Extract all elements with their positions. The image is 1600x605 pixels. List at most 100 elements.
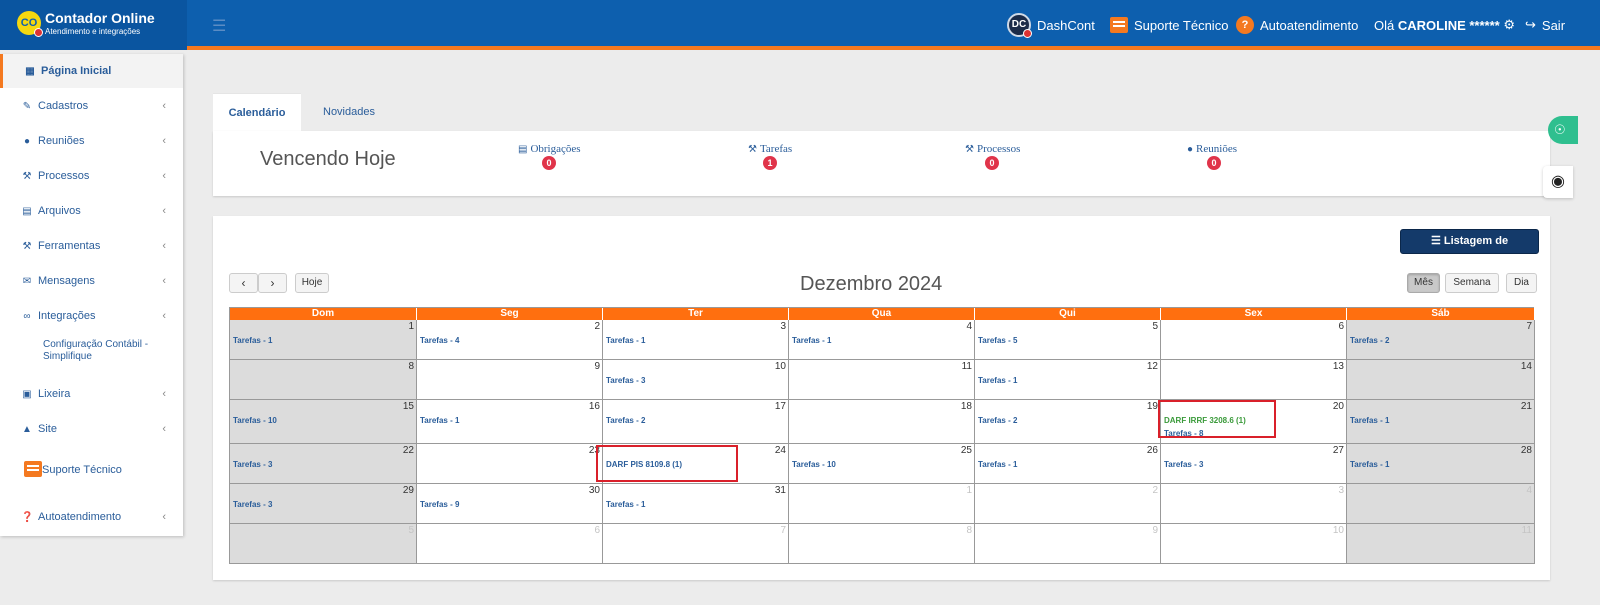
day-cell[interactable]: 6 <box>1161 320 1347 360</box>
day-cell[interactable]: 1 Tarefas - 1 <box>230 320 417 360</box>
day-number[interactable]: 10 <box>1333 525 1344 536</box>
view-month-button[interactable]: Mês <box>1407 273 1440 293</box>
calendar-event-tarefas[interactable]: Tarefas - 3 <box>606 376 645 385</box>
day-number[interactable]: 2 <box>594 321 600 332</box>
day-number[interactable]: 1 <box>408 321 414 332</box>
calendar-event-tarefas[interactable]: Tarefas - 1 <box>420 416 459 425</box>
day-number[interactable]: 30 <box>589 485 600 496</box>
day-cell[interactable]: 11 <box>1347 524 1535 564</box>
calendar-event-tarefas[interactable]: Tarefas - 2 <box>606 416 645 425</box>
nav-autoatendimento[interactable]: ? Autoatendimento <box>1236 0 1358 50</box>
calendar-event-tarefas[interactable]: Tarefas - 3 <box>233 500 272 509</box>
day-cell[interactable]: 30 Tarefas - 9 <box>417 484 603 524</box>
calendar-event-tarefas[interactable]: Tarefas - 1 <box>1350 460 1389 469</box>
day-cell[interactable]: 4 Tarefas - 1 <box>789 320 975 360</box>
view-week-button[interactable]: Semana <box>1445 273 1499 293</box>
eye-icon[interactable]: ◉ <box>1543 166 1573 198</box>
calendar-event-tarefas[interactable]: Tarefas - 4 <box>420 336 459 345</box>
day-number[interactable]: 3 <box>780 321 786 332</box>
day-cell[interactable]: 2 Tarefas - 4 <box>417 320 603 360</box>
sidebar-item-ferramentas[interactable]: ⚒ Ferramentas ‹ <box>0 229 183 263</box>
day-number[interactable]: 6 <box>594 525 600 536</box>
day-cell[interactable]: 12 Tarefas - 1 <box>975 360 1161 400</box>
day-number[interactable]: 17 <box>775 401 786 412</box>
sidebar-item-processos[interactable]: ⚒ Processos ‹ <box>0 159 183 193</box>
day-cell[interactable]: 2 <box>975 484 1161 524</box>
sidebar-item-pagina-inicial[interactable]: ▦ Página Inicial <box>0 54 183 88</box>
sidebar-item-integracoes[interactable]: ∞ Integrações ‹ <box>0 299 183 333</box>
calendar-event-tarefas[interactable]: Tarefas - 1 <box>233 336 272 345</box>
stat-reunioes[interactable]: ● Reuniões 0 <box>1187 143 1287 170</box>
day-cell[interactable]: 23 <box>417 444 603 484</box>
day-number[interactable]: 15 <box>403 401 414 412</box>
day-number[interactable]: 9 <box>594 361 600 372</box>
sidebar-subitem-configuracao-contabil[interactable]: Configuração Contábil - Simplifique <box>43 339 168 363</box>
day-number[interactable]: 7 <box>780 525 786 536</box>
day-cell[interactable]: 10 Tarefas - 3 <box>603 360 789 400</box>
stat-obrigacoes[interactable]: ▤ Obrigações 0 <box>518 143 618 170</box>
day-cell[interactable]: 28 Tarefas - 1 <box>1347 444 1535 484</box>
sidebar-item-mensagens[interactable]: ✉ Mensagens ‹ <box>0 264 183 298</box>
prev-month-button[interactable]: ‹ <box>229 273 258 293</box>
day-number[interactable]: 1 <box>966 485 972 496</box>
calendar-event-tarefas[interactable]: Tarefas - 1 <box>606 336 645 345</box>
calendar-event-tarefas[interactable]: Tarefas - 1 <box>978 376 1017 385</box>
day-cell[interactable]: 19 Tarefas - 2 <box>975 400 1161 444</box>
calendar-event-tarefas[interactable]: Tarefas - 3 <box>233 460 272 469</box>
day-number[interactable]: 20 <box>1333 401 1344 412</box>
day-cell[interactable]: 7 <box>603 524 789 564</box>
menu-toggle-icon[interactable]: ☰ <box>212 16 226 36</box>
day-cell[interactable]: 8 <box>230 360 417 400</box>
day-number[interactable]: 5 <box>1152 321 1158 332</box>
sidebar-item-suporte-tecnico[interactable]: Suporte Técnico <box>0 453 183 487</box>
day-number[interactable]: 18 <box>961 401 972 412</box>
day-cell[interactable]: 18 <box>789 400 975 444</box>
calendar-event-tarefas[interactable]: Tarefas - 10 <box>792 460 836 469</box>
day-number[interactable]: 27 <box>1333 445 1344 456</box>
day-number[interactable]: 14 <box>1521 361 1532 372</box>
day-number[interactable]: 5 <box>408 525 414 536</box>
calendar-event-tarefas[interactable]: Tarefas - 1 <box>978 460 1017 469</box>
day-number[interactable]: 16 <box>589 401 600 412</box>
day-cell[interactable]: 21 Tarefas - 1 <box>1347 400 1535 444</box>
user-menu[interactable]: Olá CAROLINE ****** ⚙ <box>1374 0 1515 50</box>
day-number[interactable]: 19 <box>1147 401 1158 412</box>
sidebar-item-cadastros[interactable]: ✎ Cadastros ‹ <box>0 89 183 123</box>
day-cell[interactable]: 11 <box>789 360 975 400</box>
day-number[interactable]: 3 <box>1338 485 1344 496</box>
day-number[interactable]: 6 <box>1338 321 1344 332</box>
day-cell[interactable]: 7 Tarefas - 2 <box>1347 320 1535 360</box>
day-cell[interactable]: 16 Tarefas - 1 <box>417 400 603 444</box>
calendar-event-tarefas[interactable]: Tarefas - 1 <box>606 500 645 509</box>
day-cell[interactable]: 9 <box>975 524 1161 564</box>
next-month-button[interactable]: › <box>258 273 287 293</box>
sidebar-item-lixeira[interactable]: ▣ Lixeira ‹ <box>0 377 183 411</box>
day-number[interactable]: 29 <box>403 485 414 496</box>
day-cell[interactable]: 3 <box>1161 484 1347 524</box>
day-cell[interactable]: 22 Tarefas - 3 <box>230 444 417 484</box>
day-number[interactable]: 8 <box>966 525 972 536</box>
brand[interactable]: CO Contador Online Atendimento e integra… <box>0 0 187 50</box>
day-number[interactable]: 24 <box>775 445 786 456</box>
calendar-event-tarefas[interactable]: Tarefas - 1 <box>792 336 831 345</box>
calendar-event-tarefas[interactable]: Tarefas - 2 <box>1350 336 1389 345</box>
stat-processos[interactable]: ⚒ Processos 0 <box>965 143 1065 170</box>
day-cell[interactable]: 25 Tarefas - 10 <box>789 444 975 484</box>
day-cell[interactable]: 4 <box>1347 484 1535 524</box>
day-cell[interactable]: 27 Tarefas - 3 <box>1161 444 1347 484</box>
day-number[interactable]: 2 <box>1152 485 1158 496</box>
day-cell[interactable]: 10 <box>1161 524 1347 564</box>
calendar-event-tarefas[interactable]: Tarefas - 1 <box>1350 416 1389 425</box>
day-cell[interactable]: 6 <box>417 524 603 564</box>
day-number[interactable]: 22 <box>403 445 414 456</box>
calendar-event-tarefas[interactable]: Tarefas - 5 <box>978 336 1017 345</box>
sidebar-item-reunioes[interactable]: ● Reuniões ‹ <box>0 124 183 158</box>
day-number[interactable]: 11 <box>1522 525 1532 536</box>
tab-novidades[interactable]: Novidades <box>311 93 387 131</box>
sidebar-item-arquivos[interactable]: ▤ Arquivos ‹ <box>0 194 183 228</box>
day-cell[interactable]: 14 <box>1347 360 1535 400</box>
tab-calendario[interactable]: Calendário <box>213 93 301 131</box>
day-number[interactable]: 9 <box>1152 525 1158 536</box>
day-number[interactable]: 13 <box>1333 361 1344 372</box>
day-cell[interactable]: 31 Tarefas - 1 <box>603 484 789 524</box>
